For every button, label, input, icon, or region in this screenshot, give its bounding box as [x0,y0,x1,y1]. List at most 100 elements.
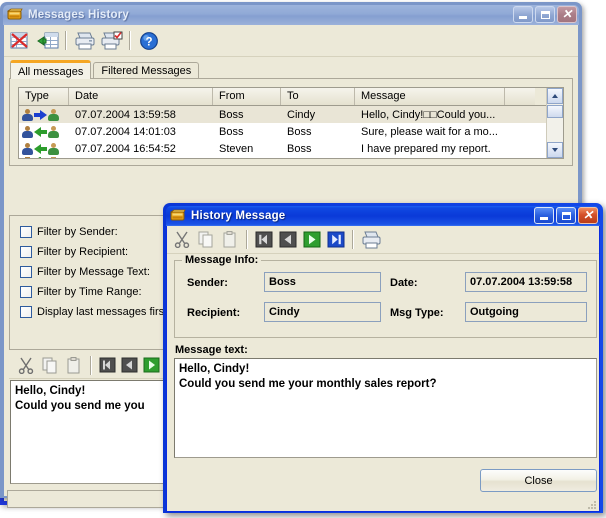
scroll-up-button[interactable] [547,88,563,104]
filter-by-time-range-checkbox[interactable] [20,286,32,298]
filter-by-sender-label: Filter by Sender: [37,226,118,238]
sender-field[interactable]: Boss [264,272,381,292]
tab-page-all-messages: Type Date From To Message 07.07.2004 13:… [9,78,573,166]
main-titlebar[interactable]: Messages History ✕ [3,5,579,25]
cut-button[interactable] [14,353,38,378]
sender-label: Sender: [187,277,228,289]
table-row-partial[interactable] [19,157,563,158]
export-history-button[interactable] [34,28,61,53]
dialog-toolbar [167,226,599,254]
toolbar-separator [65,31,67,50]
preview-message-text[interactable]: Hello, Cindy! Could you send me you [10,380,174,484]
filter-by-recipient-checkbox[interactable] [20,246,32,258]
grid-col-spacer [505,88,535,105]
incoming-arrow-icon [19,157,69,158]
svg-text:?: ? [145,36,152,48]
cell-from: Steven [219,142,254,155]
grid-vertical-scrollbar[interactable] [546,88,563,158]
toolbar-separator [352,230,354,249]
table-row[interactable]: 07.07.2004 16:54:52 Steven Boss I have p… [19,140,563,157]
dialog-window-controls: ✕ [534,207,598,224]
cell-message: I have prepared my report. [361,142,491,155]
recipient-field[interactable]: Cindy [264,302,381,322]
date-label: Date: [390,277,418,289]
recipient-label: Recipient: [187,307,241,319]
paste-button[interactable] [62,353,86,378]
cell-to: Boss [287,125,312,138]
tab-all-messages-label: All messages [18,66,84,78]
cell-from: Boss [219,125,244,138]
cell-message: Hello, Cindy!□□Could you... [361,108,496,121]
close-button[interactable]: ✕ [578,207,598,224]
toolbar-separator [246,230,248,249]
msg-type-label: Msg Type: [390,307,444,319]
prev-record-button[interactable] [118,353,140,378]
close-button-label: Close [524,474,553,487]
cut-button[interactable] [170,227,194,252]
table-row[interactable]: 07.07.2004 13:59:58 Boss Cindy Hello, Ci… [19,106,563,123]
copy-button[interactable] [38,353,62,378]
message-info-group: Message Info: Sender: Boss Date: 07.07.2… [174,254,597,338]
close-button[interactable]: ✕ [557,6,577,23]
incoming-arrow-icon [19,125,69,138]
paste-button[interactable] [218,227,242,252]
minimize-button[interactable] [513,6,533,23]
table-row[interactable]: 07.07.2004 14:01:03 Boss Boss Sure, plea… [19,123,563,140]
scroll-down-button[interactable] [547,142,563,158]
messages-grid[interactable]: Type Date From To Message 07.07.2004 13:… [18,87,564,159]
scrollbar-thumb[interactable] [547,105,563,118]
main-window-title: Messages History [28,9,129,21]
next-record-button[interactable] [300,227,324,252]
dialog-title: History Message [191,210,286,222]
minimize-button[interactable] [534,207,554,224]
grid-col-to[interactable]: To [281,88,355,105]
grid-col-from[interactable]: From [213,88,281,105]
resize-grip[interactable] [585,498,597,510]
next-record-button[interactable] [140,353,162,378]
outgoing-arrow-icon [19,108,69,121]
main-window-controls: ✕ [513,6,577,23]
tab-all-messages[interactable]: All messages [10,60,92,79]
dialog-body: Message Info: Sender: Boss Date: 07.07.2… [166,226,600,512]
main-toolbar: ? [4,25,578,57]
filter-by-message-text-label: Filter by Message Text: [37,266,150,278]
copy-button[interactable] [194,227,218,252]
display-last-first-checkbox[interactable] [20,306,32,318]
tab-filtered-messages[interactable]: Filtered Messages [93,62,200,79]
prev-record-button[interactable] [276,227,300,252]
date-field[interactable]: 07.07.2004 13:59:58 [465,272,587,292]
message-text-area[interactable]: Hello, Cindy! Could you send me your mon… [174,358,597,458]
grid-col-message[interactable]: Message [355,88,505,105]
cell-to: Cindy [287,108,316,121]
filter-by-recipient-label: Filter by Recipient: [37,246,129,258]
incoming-arrow-icon [19,142,69,155]
tab-filtered-messages-label: Filtered Messages [101,65,192,77]
dialog-titlebar[interactable]: History Message ✕ [166,206,600,226]
first-record-button[interactable] [252,227,276,252]
help-button[interactable]: ? [135,28,162,53]
cell-from: Boss [219,108,244,121]
clear-history-button[interactable] [7,28,34,53]
history-log-icon [169,209,186,224]
msg-type-field[interactable]: Outgoing [465,302,587,322]
print-selected-button[interactable] [98,28,125,53]
cell-date: 07.07.2004 16:54:52 [75,142,176,155]
message-info-label: Message Info: [182,254,262,266]
close-button[interactable]: Close [480,469,597,492]
print-button[interactable] [71,28,98,53]
maximize-button[interactable] [556,207,576,224]
filter-by-message-text-checkbox[interactable] [20,266,32,278]
history-message-dialog[interactable]: History Message ✕ Message Info: Sender: … [163,203,603,513]
maximize-button[interactable] [535,6,555,23]
cell-date: 07.07.2004 13:59:58 [75,108,176,121]
history-log-icon [6,8,23,23]
cell-to: Boss [287,142,312,155]
first-record-button[interactable] [96,353,118,378]
grid-col-type[interactable]: Type [19,88,69,105]
grid-col-date[interactable]: Date [69,88,213,105]
print-button[interactable] [358,227,384,252]
filter-by-sender-checkbox[interactable] [20,226,32,238]
last-record-button[interactable] [324,227,348,252]
filter-by-time-range-label: Filter by Time Range: [37,286,142,298]
grid-header: Type Date From To Message [19,88,563,106]
